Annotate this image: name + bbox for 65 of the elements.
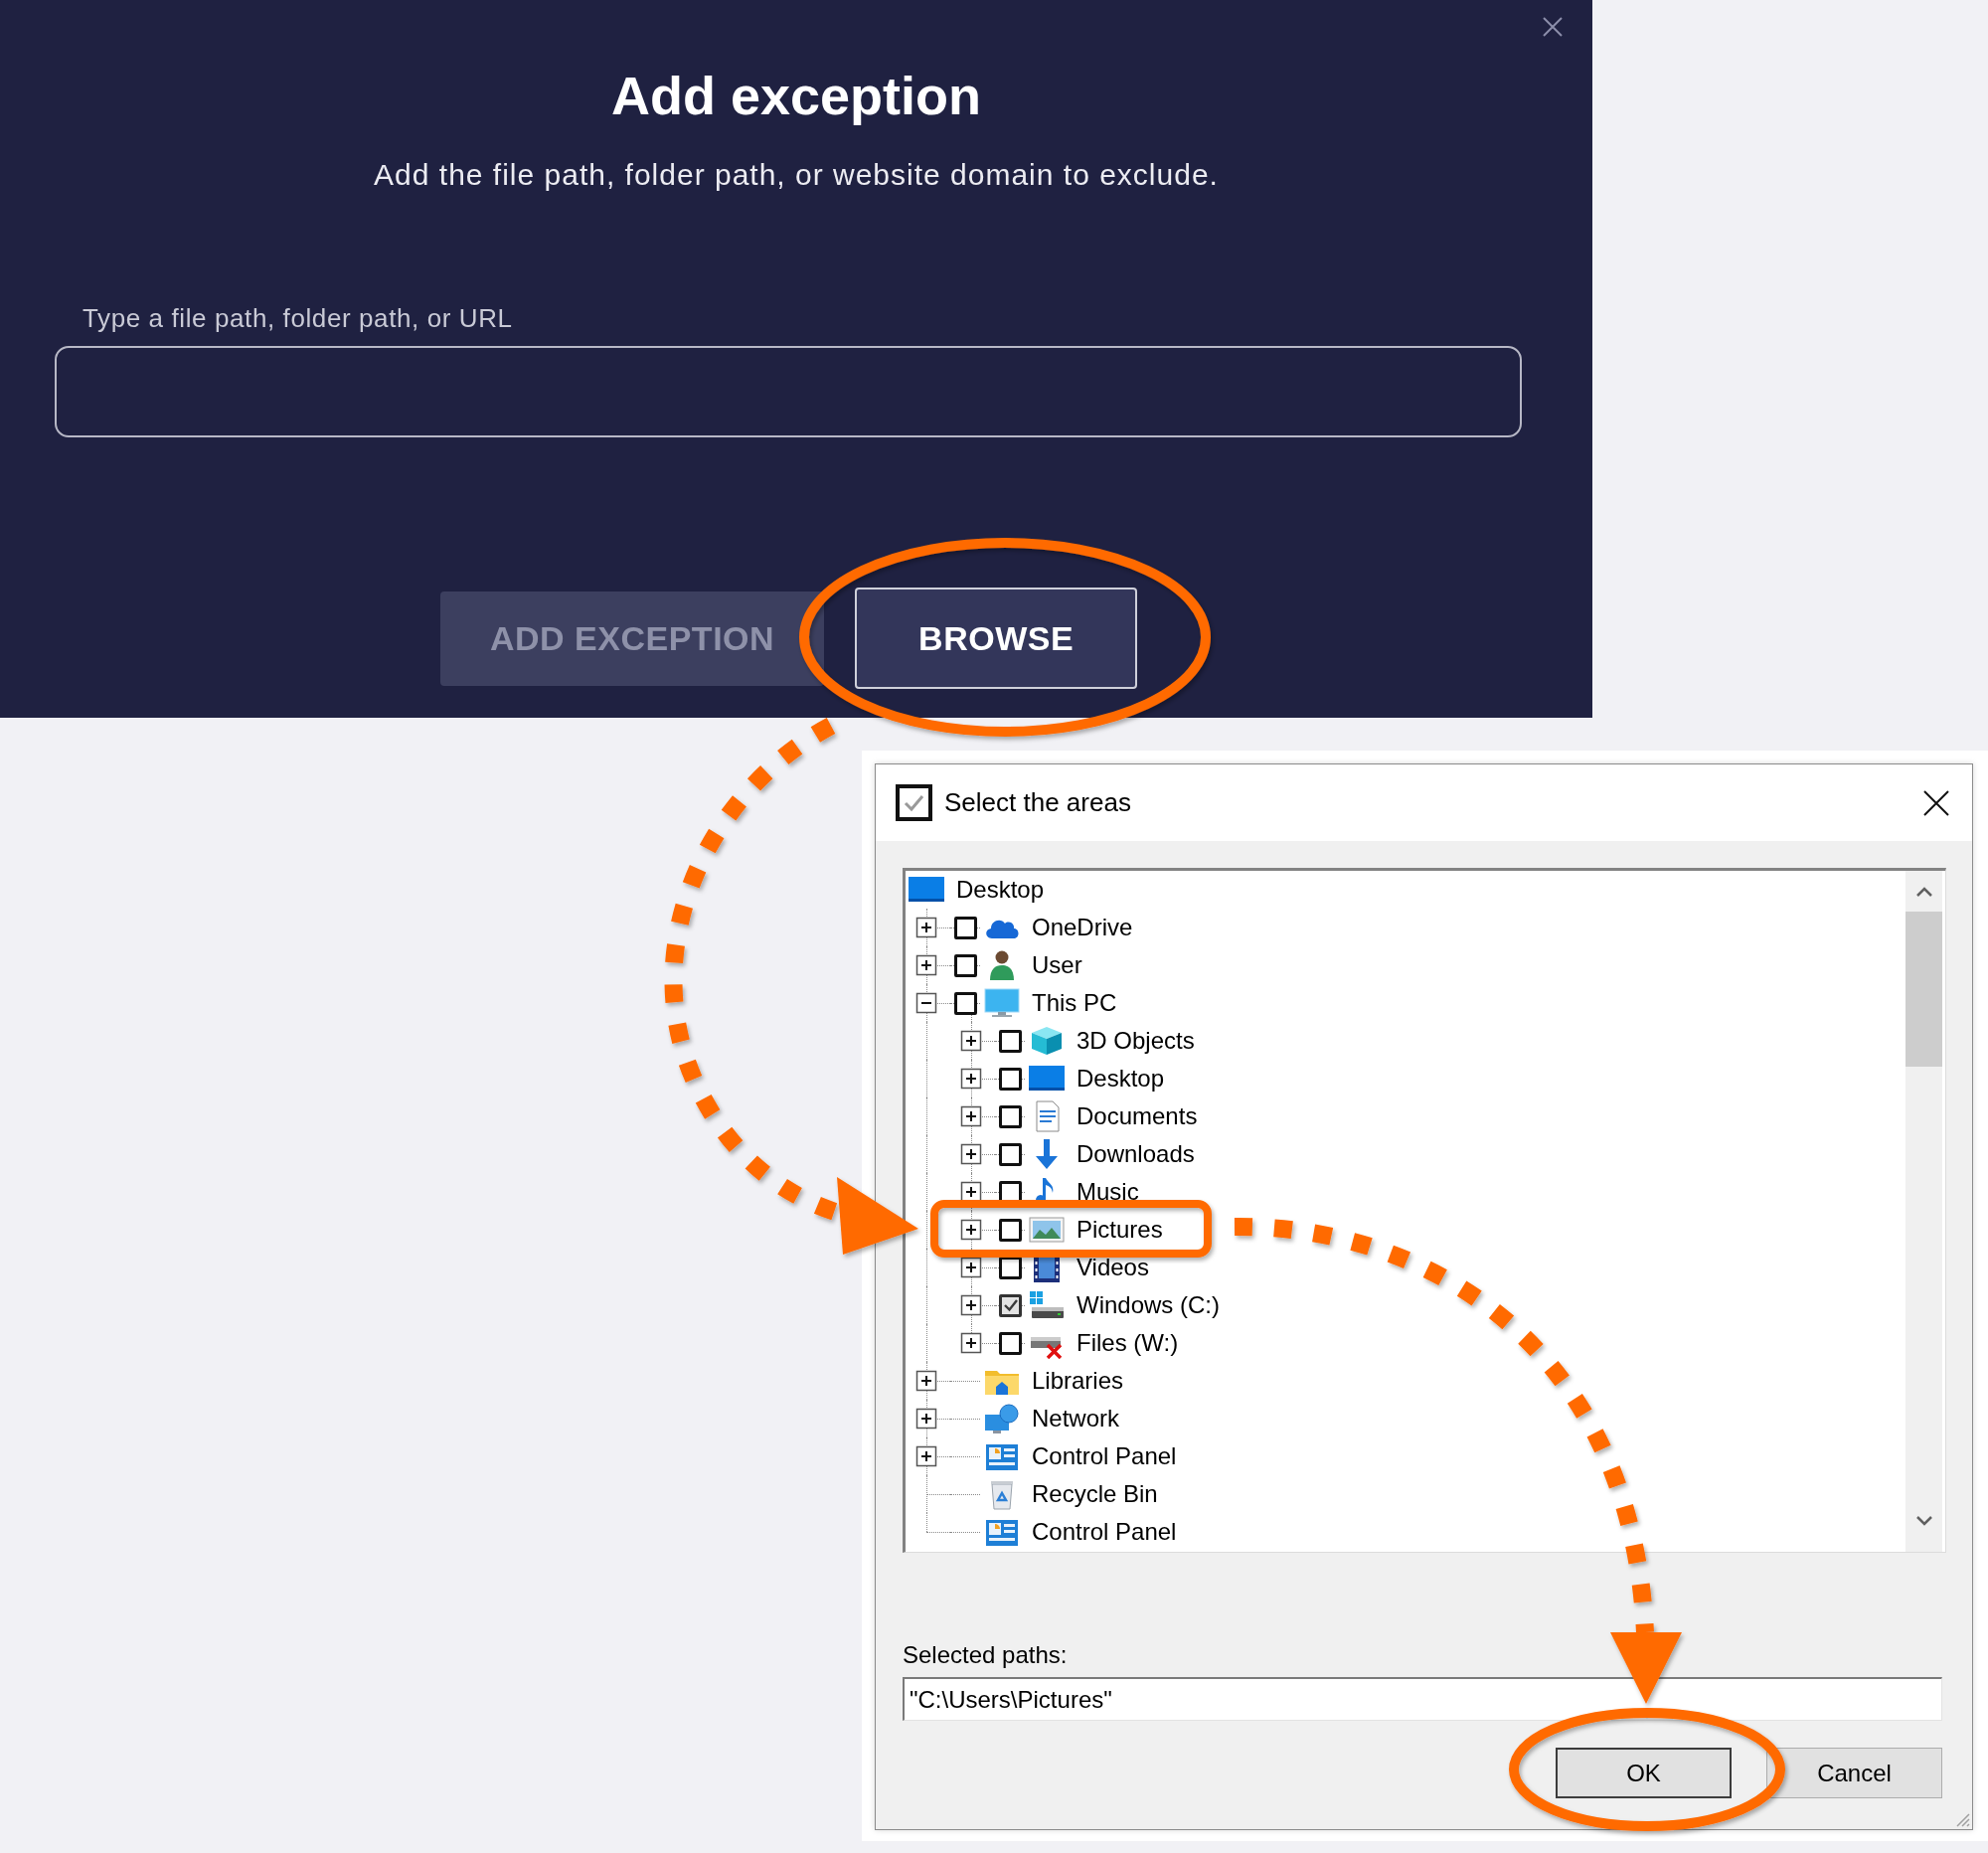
ok-button[interactable]: OK (1556, 1748, 1732, 1798)
dialog-title: Add exception (610, 65, 981, 126)
selected-paths-field[interactable]: "C:\Users\Pictures" (903, 1677, 1942, 1721)
tree-item-label[interactable]: Pictures (1077, 1216, 1163, 1244)
checkbox[interactable] (999, 1293, 1022, 1317)
checkbox[interactable] (954, 953, 977, 977)
checkbox[interactable] (999, 1331, 1022, 1355)
plus-box-icon[interactable] (960, 1143, 982, 1165)
path-input-field[interactable] (55, 346, 1522, 437)
selected-paths-label: Selected paths: (903, 1641, 1069, 1669)
tree-item-label[interactable]: Windows (C:) (1077, 1291, 1220, 1319)
checkbox[interactable] (999, 1256, 1022, 1279)
plus-box-icon[interactable] (915, 917, 937, 938)
dialog-subtitle: Add the file path, folder path, or website domain to exclude. (374, 157, 1219, 193)
tree-item-label[interactable]: Downloads (1077, 1140, 1195, 1168)
tree-item-label[interactable]: This PC (1032, 989, 1117, 1017)
tree-item-label[interactable]: Control Panel (1032, 1518, 1177, 1546)
checkbox-icon (896, 784, 932, 821)
scroll-down-icon[interactable] (1915, 1515, 1932, 1526)
plus-box-icon[interactable] (915, 954, 937, 976)
tree-item-label[interactable]: Network (1032, 1405, 1120, 1432)
scrollbar[interactable] (1905, 871, 1942, 1552)
checkbox[interactable] (954, 991, 977, 1015)
tree-item-label[interactable]: Files (W:) (1077, 1329, 1179, 1357)
picture-icon (1028, 1214, 1066, 1246)
tree-item-label[interactable]: Control Panel (1032, 1442, 1177, 1470)
tree-item-label[interactable]: OneDrive (1032, 914, 1133, 941)
plus-box-icon[interactable] (915, 1445, 937, 1467)
close-icon[interactable] (1923, 789, 1949, 816)
plus-box-icon[interactable] (915, 1408, 937, 1430)
checkbox[interactable] (954, 916, 977, 939)
field-label: Type a file path, folder path, or URL (83, 302, 513, 334)
tree-item-label[interactable]: Videos (1077, 1254, 1149, 1281)
window-title: Select the areas (944, 787, 1132, 818)
plus-box-icon[interactable] (960, 1257, 982, 1278)
scroll-up-icon[interactable] (1915, 887, 1932, 898)
plus-box-icon[interactable] (960, 1332, 982, 1354)
tree-item-label[interactable]: 3D Objects (1077, 1027, 1195, 1055)
tree-item-label[interactable]: Libraries (1032, 1367, 1124, 1395)
tree-item-label[interactable]: Recycle Bin (1032, 1480, 1158, 1508)
scroll-thumb[interactable] (1905, 912, 1942, 1067)
monitor-icon (983, 987, 1021, 1019)
checkbox[interactable] (999, 1142, 1022, 1166)
tree-item-label[interactable]: Music (1077, 1178, 1139, 1206)
browse-button[interactable]: BROWSE (855, 588, 1138, 689)
plus-box-icon[interactable] (960, 1068, 982, 1090)
plus-box-icon[interactable] (960, 1181, 982, 1203)
tree-item-label[interactable]: User (1032, 951, 1082, 979)
checkbox[interactable] (999, 1104, 1022, 1128)
tree-item-label[interactable]: Documents (1077, 1102, 1198, 1130)
plus-box-icon[interactable] (915, 1370, 937, 1392)
tree-item-label[interactable]: Desktop (956, 876, 1045, 904)
drive-icon (1028, 1289, 1066, 1321)
cancel-button[interactable]: Cancel (1766, 1748, 1942, 1798)
checkbox[interactable] (999, 1029, 1022, 1053)
checkbox[interactable] (999, 1218, 1022, 1242)
plus-box-icon[interactable] (960, 1294, 982, 1316)
plus-box-icon[interactable] (960, 1030, 982, 1052)
checkbox[interactable] (999, 1067, 1022, 1091)
minus-box-icon[interactable] (915, 992, 937, 1014)
plus-box-icon[interactable] (960, 1105, 982, 1127)
plus-box-icon[interactable] (960, 1219, 982, 1241)
tree-item-label[interactable]: Desktop (1077, 1065, 1165, 1093)
checkmark-icon (1002, 1297, 1019, 1313)
globe-monitor-icon (983, 1403, 1021, 1434)
